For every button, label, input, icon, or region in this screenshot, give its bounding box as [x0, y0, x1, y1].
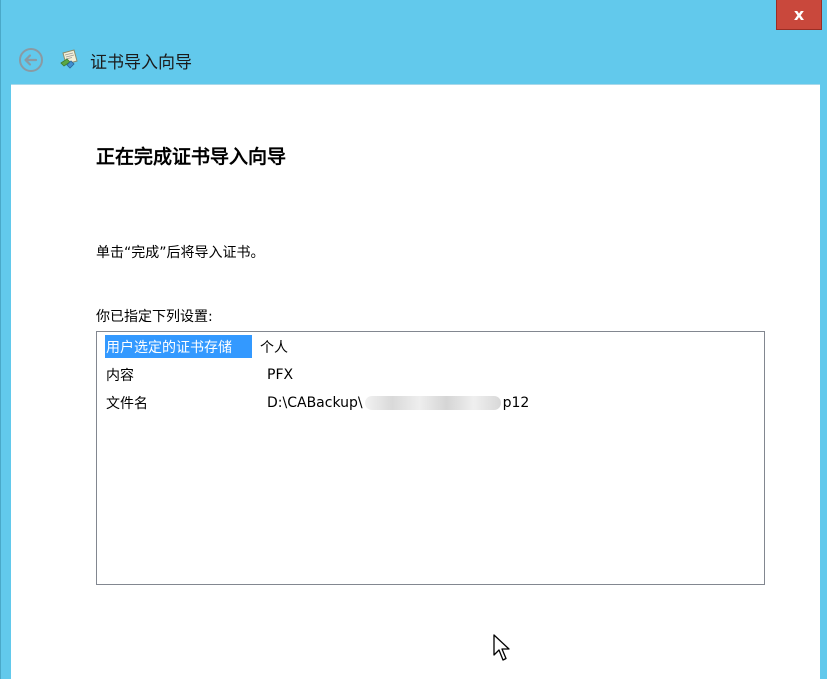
list-item[interactable]: 内容 PFX	[105, 363, 293, 386]
settings-list[interactable]: 用户选定的证书存储 个人 内容 PFX 文件名 D:\CABackup\ p12	[96, 331, 765, 585]
wizard-content: 正在完成证书导入向导 单击“完成”后将导入证书。 你已指定下列设置: 用户选定的…	[11, 84, 820, 679]
page-title: 正在完成证书导入向导	[96, 146, 287, 168]
setting-key: 用户选定的证书存储	[105, 335, 252, 358]
certificate-wizard-icon	[58, 47, 82, 71]
setting-value: PFX	[267, 366, 294, 383]
setting-value: 个人	[260, 339, 288, 356]
settings-label: 你已指定下列设置:	[96, 309, 213, 325]
instruction-text: 单击“完成”后将导入证书。	[96, 245, 265, 261]
setting-key: 文件名	[106, 395, 148, 412]
mouse-cursor-icon	[493, 634, 510, 661]
back-arrow-icon	[19, 48, 43, 72]
list-item[interactable]: 用户选定的证书存储 个人	[105, 335, 288, 358]
list-item[interactable]: 文件名 D:\CABackup\ p12	[105, 391, 529, 414]
wizard-title: 证书导入向导	[90, 53, 192, 73]
back-button[interactable]	[18, 47, 44, 73]
setting-key: 内容	[106, 367, 134, 384]
file-path-prefix: D:\CABackup\	[267, 394, 363, 411]
file-path-suffix: p12	[502, 394, 530, 411]
setting-value: D:\CABackup\ p12	[259, 391, 529, 414]
close-icon: x	[793, 4, 805, 24]
redacted-mask	[364, 395, 501, 410]
window-frame: x 证书导入向导 正在完成证书导入向导 单击“完成”后将导入证书。 你已指定下列…	[0, 0, 827, 679]
close-button[interactable]: x	[776, 0, 822, 30]
